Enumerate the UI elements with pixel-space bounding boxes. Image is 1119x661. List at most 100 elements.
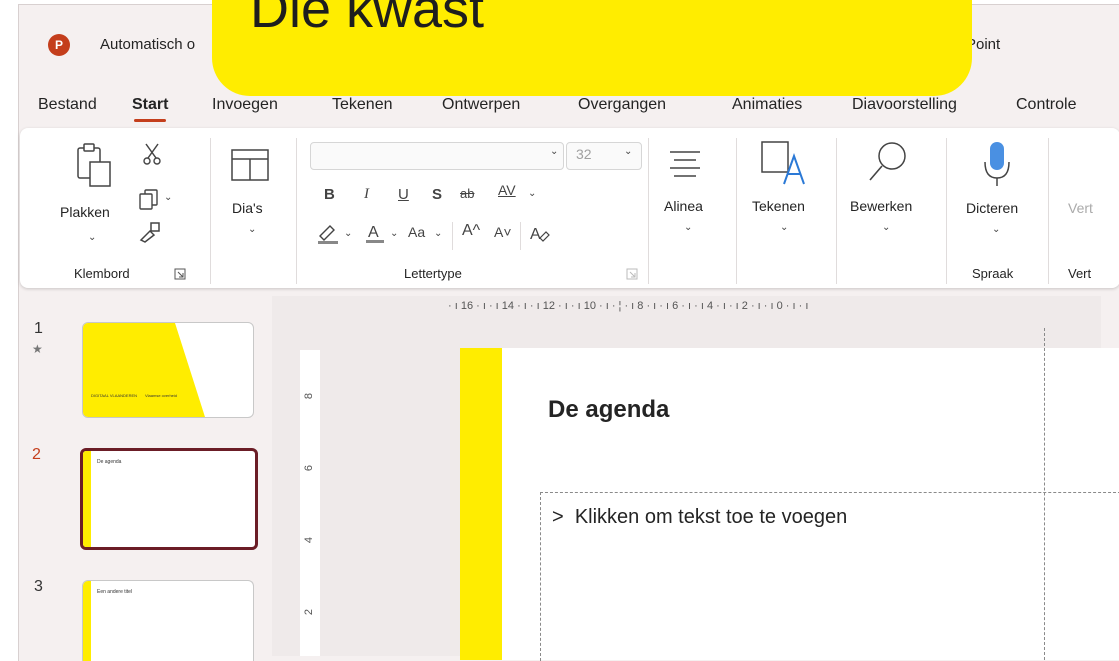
slide-thumbnail-3[interactable]: Een andere titel — [82, 580, 254, 661]
editing-button[interactable]: Bewerken — [850, 198, 912, 214]
group-label-klembord: Klembord — [74, 266, 130, 281]
tab-tekenen[interactable]: Tekenen — [332, 96, 393, 114]
content-placeholder-text[interactable]: > Klikken om tekst toe te voegen — [552, 506, 847, 529]
clipboard-dialog-launcher-icon[interactable] — [174, 268, 186, 280]
tab-ontwerpen[interactable]: Ontwerpen — [442, 96, 520, 114]
strikethrough-button[interactable]: ab — [460, 186, 474, 201]
animation-star-icon: ★ — [32, 342, 43, 356]
cutoff-button[interactable]: Vert — [1068, 200, 1093, 216]
spacing-chevron-down-icon[interactable]: ⌄ — [528, 188, 536, 199]
tab-start[interactable]: Start — [132, 96, 168, 122]
thumb-title: Een andere titel — [97, 589, 133, 595]
new-slide-button[interactable]: Dia's — [232, 200, 263, 216]
slide-thumbnail-2-selected[interactable]: De agenda — [80, 448, 258, 550]
dictate-chevron-down-icon[interactable]: ⌄ — [992, 224, 1000, 235]
vruler-label: 4 — [303, 536, 316, 544]
paragraph-button[interactable]: Alinea — [664, 198, 703, 214]
font-size-chevron-down-icon[interactable]: ⌄ — [624, 146, 632, 157]
window-title: Automatisch o — [100, 36, 196, 53]
editing-chevron-down-icon[interactable]: ⌄ — [882, 222, 890, 233]
bullet-marker: > — [552, 506, 564, 528]
copy-icon[interactable] — [138, 188, 162, 212]
thumb-footer-left: DIGITAAL VLAANDEREN — [91, 393, 137, 398]
slide-title[interactable]: De agenda — [548, 396, 669, 424]
slide-number: 2 — [32, 446, 41, 463]
paste-button[interactable]: Plakken — [60, 204, 110, 220]
svg-text:A: A — [530, 226, 541, 243]
group-label-lettertype: Lettertype — [404, 266, 462, 281]
underline-button[interactable]: U — [398, 186, 409, 203]
drawing-shapes-icon[interactable] — [760, 140, 806, 186]
group-label-vert: Vert — [1068, 266, 1092, 281]
thumb-yellow-bar — [83, 451, 91, 547]
horizontal-ruler: · ı 16 · ı · ı 14 · ı · ı 12 · ı · ı 10 … — [448, 300, 809, 312]
divider — [836, 138, 837, 284]
font-name-chevron-down-icon[interactable]: ⌄ — [550, 146, 558, 157]
slide-number: 3 — [34, 578, 43, 595]
divider — [520, 222, 521, 250]
powerpoint-logo-icon: P — [48, 34, 70, 56]
paste-icon[interactable] — [74, 142, 114, 188]
thumb-title: De agenda — [97, 459, 122, 465]
tab-animaties[interactable]: Animaties — [732, 96, 802, 114]
slide-layout-icon[interactable] — [230, 148, 270, 184]
vruler-label: 8 — [303, 392, 316, 400]
thumb-yellow-bar — [83, 581, 91, 661]
divider — [946, 138, 947, 284]
drawing-chevron-down-icon[interactable]: ⌄ — [780, 222, 788, 233]
shadow-button[interactable]: S — [432, 186, 442, 203]
dictate-button[interactable]: Dicteren — [966, 200, 1018, 216]
microphone-icon[interactable] — [982, 140, 1012, 188]
shrink-font-button[interactable]: A˅ — [494, 224, 512, 240]
slide-number: 1 — [34, 320, 43, 337]
paste-chevron-down-icon[interactable]: ⌄ — [88, 232, 96, 243]
divider — [210, 138, 211, 284]
tab-overgangen[interactable]: Overgangen — [578, 96, 666, 114]
character-spacing-button[interactable]: AV — [498, 182, 516, 198]
divider — [648, 138, 649, 284]
font-name-combo[interactable] — [310, 142, 564, 170]
slide-thumbnail-1[interactable]: DIGITAAL VLAANDEREN Vlaamse overheid — [82, 322, 254, 418]
divider — [452, 222, 453, 250]
paragraph-chevron-down-icon[interactable]: ⌄ — [684, 222, 692, 233]
drawing-button[interactable]: Tekenen — [752, 198, 805, 214]
svg-text:A: A — [368, 224, 379, 241]
font-color-chevron-down-icon[interactable]: ⌄ — [390, 228, 398, 239]
tab-bestand[interactable]: Bestand — [38, 96, 97, 114]
font-dialog-launcher-icon[interactable] — [626, 268, 638, 280]
paragraph-align-icon[interactable] — [668, 148, 702, 180]
grow-font-button[interactable]: A^ — [462, 222, 480, 240]
slides-chevron-down-icon[interactable]: ⌄ — [248, 224, 256, 235]
font-size-value: 32 — [576, 146, 592, 162]
tab-controle[interactable]: Controle — [1016, 96, 1076, 114]
vertical-ruler: 8 6 4 2 — [300, 350, 320, 656]
case-chevron-down-icon[interactable]: ⌄ — [434, 228, 442, 239]
group-label-spraak: Spraak — [972, 266, 1014, 281]
cut-icon[interactable] — [142, 142, 162, 166]
slide-thumbnails-pane: 1 ★ DIGITAAL VLAANDEREN Vlaamse overheid… — [0, 296, 272, 661]
smart-guide-line — [1044, 328, 1045, 660]
divider — [736, 138, 737, 284]
highlight-icon[interactable] — [316, 222, 340, 244]
divider — [1048, 138, 1049, 284]
clear-formatting-icon[interactable]: A — [528, 224, 550, 246]
italic-button[interactable]: I — [364, 186, 369, 203]
copy-chevron-down-icon[interactable]: ⌄ — [164, 192, 172, 203]
vruler-label: 2 — [303, 608, 316, 616]
overlay-banner-text: Die kwast — [250, 0, 485, 39]
slide-yellow-bar — [460, 348, 502, 660]
divider — [296, 138, 297, 284]
thumb-footer-right: Vlaamse overheid — [145, 393, 177, 398]
tab-invoegen[interactable]: Invoegen — [212, 96, 278, 114]
bold-button[interactable]: B — [324, 186, 335, 203]
search-icon[interactable] — [866, 140, 910, 184]
format-painter-icon[interactable] — [138, 220, 162, 244]
font-color-icon[interactable]: A — [364, 222, 386, 244]
tab-diavoorstelling[interactable]: Diavoorstelling — [852, 96, 957, 114]
ribbon: Plakken ⌄ ⌄ Klembord Dia's ⌄ ⌄ 32 ⌄ B I … — [20, 128, 1119, 288]
highlight-chevron-down-icon[interactable]: ⌄ — [344, 228, 352, 239]
vruler-label: 6 — [303, 464, 316, 472]
change-case-button[interactable]: Aa — [408, 224, 425, 240]
thumbnail-1-graphic: DIGITAAL VLAANDEREN Vlaamse overheid — [83, 323, 205, 417]
placeholder-text: Klikken om tekst toe te voegen — [574, 506, 848, 528]
